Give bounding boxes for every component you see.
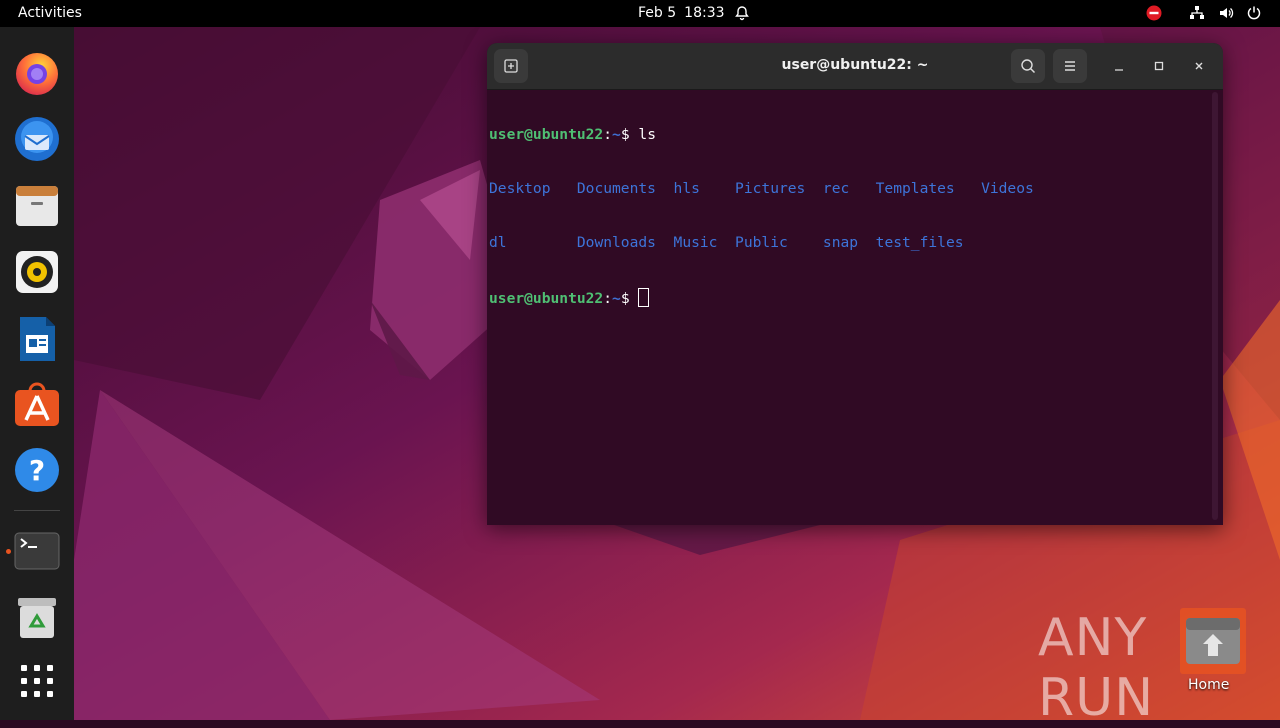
top-bar: Activities Feb 5 18:33 xyxy=(0,0,1280,27)
do-not-disturb-icon[interactable] xyxy=(1146,5,1162,21)
clock-button[interactable]: Feb 5 18:33 xyxy=(638,5,733,21)
help-icon[interactable]: ? xyxy=(13,446,61,494)
terminal-scrollbar[interactable] xyxy=(1212,92,1218,520)
hamburger-menu-icon xyxy=(1065,61,1075,71)
minimize-button[interactable] xyxy=(1109,56,1129,76)
network-icon[interactable] xyxy=(1189,5,1205,21)
text-cursor xyxy=(638,288,650,307)
rhythmbox-icon[interactable] xyxy=(13,248,61,296)
search-icon xyxy=(1021,59,1036,74)
close-button[interactable] xyxy=(1189,56,1209,76)
ubuntu-software-icon[interactable] xyxy=(13,380,61,428)
prompt-line: user@ubuntu22:~$ xyxy=(489,288,1211,307)
thunderbird-icon[interactable] xyxy=(13,115,61,163)
dock: ? xyxy=(0,27,74,720)
svg-text:?: ? xyxy=(29,454,45,487)
menu-button[interactable] xyxy=(1053,49,1087,83)
libreoffice-writer-icon[interactable] xyxy=(13,315,61,363)
search-button[interactable] xyxy=(1011,49,1045,83)
terminal-headerbar[interactable]: user@ubuntu22: ~ xyxy=(487,43,1223,90)
volume-icon[interactable] xyxy=(1218,5,1234,21)
power-icon[interactable] xyxy=(1246,5,1262,21)
command-text: ls xyxy=(638,126,656,143)
show-applications-icon[interactable] xyxy=(13,657,61,705)
firefox-icon[interactable] xyxy=(13,49,61,97)
home-folder-label[interactable]: Home xyxy=(1188,677,1229,693)
trash-icon[interactable] xyxy=(13,594,61,642)
dock-separator xyxy=(14,510,60,511)
date-label: Feb 5 xyxy=(638,5,677,21)
time-label: 18:33 xyxy=(684,5,725,21)
terminal-window[interactable]: user@ubuntu22: ~ user@ubuntu22:~$ ls Des… xyxy=(487,43,1223,525)
activities-button[interactable]: Activities xyxy=(18,5,82,21)
ls-output-row: dl Downloads Music Public snap test_file… xyxy=(489,234,964,251)
running-indicator xyxy=(6,549,11,554)
maximize-button[interactable] xyxy=(1149,56,1169,76)
files-icon[interactable] xyxy=(13,182,61,230)
terminal-content[interactable]: user@ubuntu22:~$ ls Desktop Documents hl… xyxy=(487,90,1211,525)
prompt-line: user@ubuntu22:~$ ls xyxy=(489,126,656,143)
ls-output-row: Desktop Documents hls Pictures rec Templ… xyxy=(489,180,1034,197)
notification-bell-icon[interactable] xyxy=(734,5,750,21)
terminal-icon[interactable] xyxy=(13,527,61,575)
